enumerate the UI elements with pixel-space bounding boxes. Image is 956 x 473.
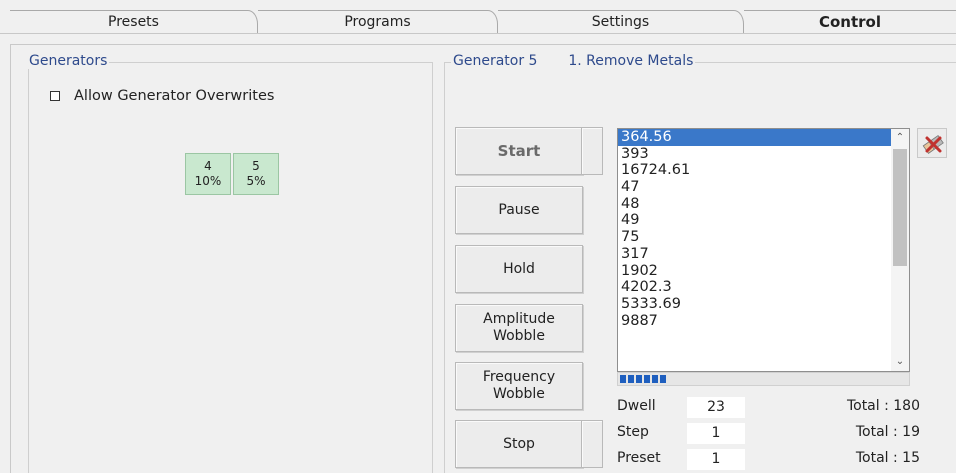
pause-button[interactable]: Pause <box>455 186 583 234</box>
tab-settings-label: Settings <box>591 14 650 30</box>
scroll-down-icon[interactable]: ⌄ <box>891 353 909 371</box>
pause-button-label: Pause <box>498 201 540 218</box>
eraser-icon <box>922 135 944 154</box>
tab-programs[interactable]: Programs <box>258 10 498 34</box>
frequency-wobble-line2: Wobble <box>493 386 545 402</box>
step-progress-bar <box>617 372 910 386</box>
frequency-list-item[interactable]: 1902 <box>618 263 891 280</box>
generator-chip-5[interactable]: 5 5% <box>233 153 279 195</box>
frequency-list-item[interactable]: 317 <box>618 246 891 263</box>
stop-button[interactable]: Stop <box>455 420 583 468</box>
allow-overwrite-label: Allow Generator Overwrites <box>74 88 275 104</box>
start-button-label: Start <box>497 141 541 160</box>
frequency-list-item[interactable]: 4202.3 <box>618 279 891 296</box>
tab-bar: Presets Programs Settings Control <box>0 0 956 34</box>
frequency-list-item[interactable]: 5333.69 <box>618 296 891 313</box>
tab-presets[interactable]: Presets <box>10 10 258 34</box>
frequency-list-item[interactable]: 49 <box>618 212 891 229</box>
preset-value: 1 <box>687 449 745 470</box>
frequency-listbox[interactable]: 364.56 393 16724.61 47 48 49 75 317 1902 4202.3 53… <box>617 128 910 372</box>
frequency-list-item[interactable]: 75 <box>618 229 891 246</box>
listbox-scrollbar[interactable]: ⌃ ⌄ <box>891 129 909 371</box>
step-value: 1 <box>687 423 745 444</box>
allow-overwrite-row[interactable]: Allow Generator Overwrites <box>50 88 274 104</box>
amplitude-wobble-label: Amplitude Wobble <box>483 311 555 345</box>
step-label: Step <box>617 424 649 440</box>
tab-control[interactable]: Control <box>744 10 956 34</box>
tab-divider <box>0 33 956 34</box>
tab-presets-label: Presets <box>108 14 159 30</box>
hold-button-label: Hold <box>503 260 535 277</box>
frequency-wobble-label: Frequency Wobble <box>483 369 555 403</box>
frequency-wobble-button[interactable]: Frequency Wobble <box>455 362 583 410</box>
frequency-list-item[interactable]: 364.56 <box>618 129 891 146</box>
frequency-list-item[interactable]: 48 <box>618 196 891 213</box>
generator-detail-title: Generator 5 1. Remove Metals <box>451 53 696 69</box>
amplitude-wobble-line1: Amplitude <box>483 311 555 327</box>
generators-group-title: Generators <box>27 53 110 69</box>
tab-settings[interactable]: Settings <box>498 10 744 34</box>
step-total: Total : 19 <box>855 424 920 440</box>
stop-button-label: Stop <box>503 435 535 452</box>
frequency-wobble-line1: Frequency <box>482 369 556 385</box>
frequency-list-item[interactable]: 9887 <box>618 313 891 330</box>
start-options-button[interactable] <box>581 127 603 175</box>
clear-list-button[interactable] <box>917 128 947 158</box>
amplitude-wobble-line2: Wobble <box>493 328 545 344</box>
generator-name: Generator 5 <box>453 53 538 69</box>
preset-total: Total : 15 <box>855 450 920 466</box>
frequency-list: 364.56 393 16724.61 47 48 49 75 317 1902 4202.3 53… <box>618 129 891 329</box>
generator-chip-id: 5 <box>252 159 260 173</box>
dwell-label: Dwell <box>617 398 656 414</box>
hold-button[interactable]: Hold <box>455 245 583 293</box>
generator-chip-id: 4 <box>204 159 212 173</box>
generator-program-name: 1. Remove Metals <box>568 53 694 69</box>
dwell-total: Total : 180 <box>846 398 920 414</box>
generator-chip-4[interactable]: 4 10% <box>185 153 231 195</box>
stop-options-button[interactable] <box>581 420 603 468</box>
frequency-list-item[interactable]: 16724.61 <box>618 162 891 179</box>
frequency-list-item[interactable]: 47 <box>618 179 891 196</box>
tab-control-label: Control <box>818 13 881 31</box>
scroll-thumb[interactable] <box>893 149 907 266</box>
scroll-up-icon[interactable]: ⌃ <box>891 129 909 147</box>
dwell-value: 23 <box>687 397 745 418</box>
preset-label: Preset <box>617 450 661 466</box>
start-button[interactable]: Start <box>455 127 583 175</box>
tab-programs-label: Programs <box>344 14 411 30</box>
generator-chip-percent: 10% <box>194 174 222 188</box>
amplitude-wobble-button[interactable]: Amplitude Wobble <box>455 304 583 352</box>
frequency-list-item[interactable]: 393 <box>618 146 891 163</box>
step-progress-fill <box>620 375 666 383</box>
generators-group: Generators <box>27 53 433 473</box>
allow-overwrite-checkbox[interactable] <box>50 91 60 101</box>
generator-chip-percent: 5% <box>246 174 266 188</box>
